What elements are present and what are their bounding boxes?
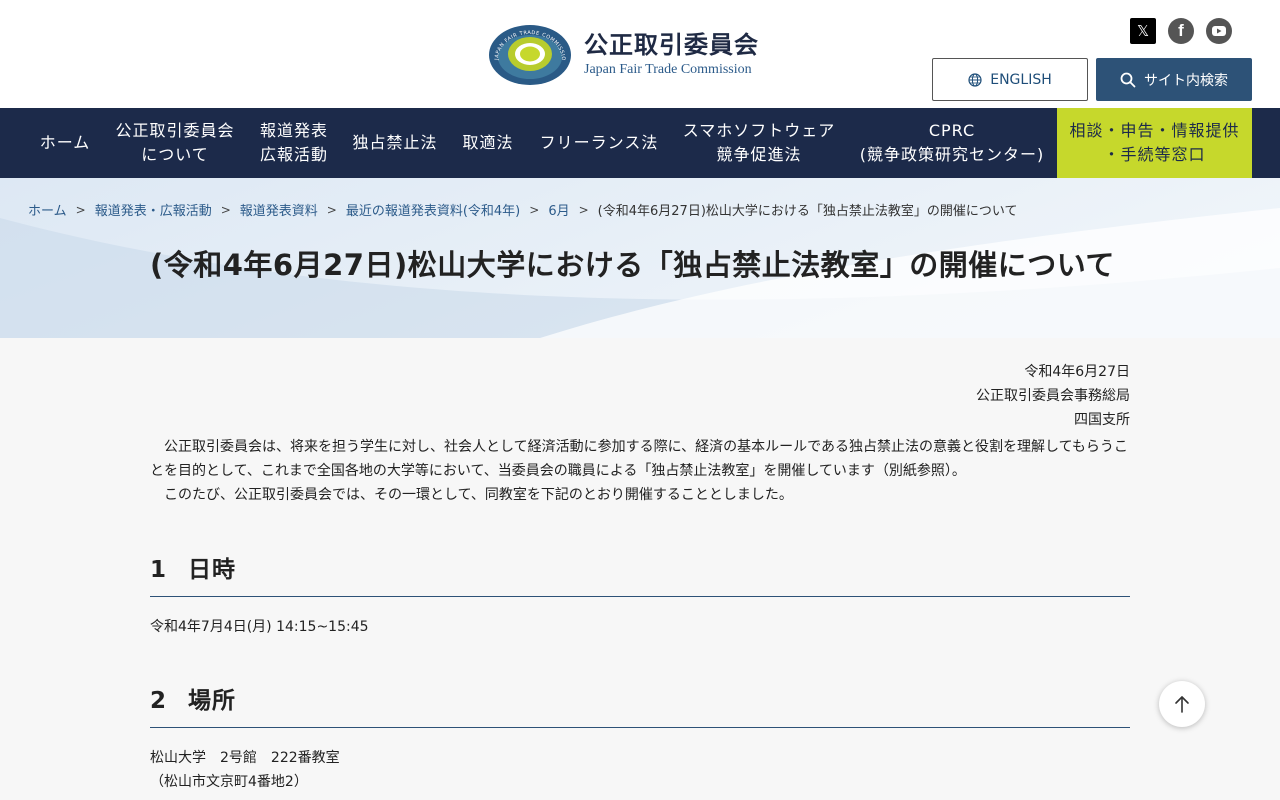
breadcrumb-current: (令和4年6月27日)松山大学における「独占禁止法教室」の開催について xyxy=(597,204,1018,219)
breadcrumb-separator: > xyxy=(326,202,337,217)
site-logo[interactable]: JAPAN FAIR TRADE COMMISSION 公正取引委員会 Japa… xyxy=(488,24,759,86)
nav-item-subcontract[interactable]: 取適法 xyxy=(454,108,522,178)
breadcrumb-separator: > xyxy=(529,202,540,217)
breadcrumb-separator: > xyxy=(578,202,589,217)
jftc-emblem-icon: JAPAN FAIR TRADE COMMISSION xyxy=(488,24,571,85)
breadcrumb-link-june[interactable]: 6月 xyxy=(548,200,569,219)
document-meta: 令和4年6月27日 公正取引委員会事務総局 四国支所 xyxy=(976,360,1130,432)
site-header: JAPAN FAIR TRADE COMMISSION 公正取引委員会 Japa… xyxy=(0,0,1280,108)
nav-item-press[interactable]: 報道発表 広報活動 xyxy=(250,108,338,178)
section-heading-datetime: 1 日時 xyxy=(150,550,1130,597)
search-icon xyxy=(1120,72,1136,87)
nav-item-freelance[interactable]: フリーランス法 xyxy=(532,108,666,178)
nav-item-smartphone[interactable]: スマホソフトウェア 競争促進法 xyxy=(674,108,844,178)
breadcrumb-link-press[interactable]: 報道発表・広報活動 xyxy=(95,200,212,219)
site-subtitle: Japan Fair Trade Commission xyxy=(584,62,752,77)
page-hero: ホーム > 報道発表・広報活動 > 報道発表資料 > 最近の報道発表資料(令和4… xyxy=(0,178,1280,338)
body-paragraph: このたび、公正取引委員会では、その一環として、同教室を下記のとおり開催することと… xyxy=(164,487,793,503)
section-title: 日時 xyxy=(188,557,236,583)
breadcrumb-separator: > xyxy=(220,202,231,217)
facebook-icon[interactable]: f xyxy=(1168,18,1194,44)
youtube-icon[interactable] xyxy=(1206,18,1232,44)
section-body-datetime: 令和4年7月4日(月) 14:15~15:45 xyxy=(150,615,369,639)
nav-item-cprc[interactable]: CPRC (競争政策研究センター) xyxy=(852,108,1052,178)
branch: 四国支所 xyxy=(1074,412,1130,428)
arrow-up-icon xyxy=(1175,696,1189,713)
nav-item-home[interactable]: ホーム xyxy=(28,108,102,178)
english-button[interactable]: ENGLISH xyxy=(932,58,1088,101)
global-nav: ホーム 公正取引委員会 について 報道発表 広報活動 独占禁止法 取適法 フリー… xyxy=(0,108,1280,178)
search-label: サイト内検索 xyxy=(1144,72,1228,89)
x-icon[interactable]: 𝕏 xyxy=(1130,18,1156,44)
breadcrumb-link-home[interactable]: ホーム xyxy=(28,200,67,219)
venue-name: 松山大学 2号館 222番教室 xyxy=(150,750,340,766)
body-text: 公正取引委員会は、将来を担う学生に対し、社会人として経済活動に参加する際に、経済… xyxy=(150,435,1130,507)
globe-icon xyxy=(968,72,982,87)
publish-date: 令和4年6月27日 xyxy=(1024,364,1130,380)
site-search-button[interactable]: サイト内検索 xyxy=(1096,58,1252,101)
page-title: (令和4年6月27日)松山大学における「独占禁止法教室」の開催について xyxy=(150,248,1115,282)
breadcrumb-link-releases[interactable]: 報道発表資料 xyxy=(240,200,318,219)
social-links: 𝕏 f xyxy=(1130,18,1232,44)
issuer: 公正取引委員会事務総局 xyxy=(976,388,1130,404)
site-title: 公正取引委員会 xyxy=(584,31,759,59)
body-paragraph: 公正取引委員会は、将来を担う学生に対し、社会人として経済活動に参加する際に、経済… xyxy=(150,439,1128,479)
breadcrumb-link-recent[interactable]: 最近の報道発表資料(令和4年) xyxy=(346,200,520,219)
nav-item-antimonopoly[interactable]: 独占禁止法 xyxy=(346,108,444,178)
event-datetime: 令和4年7月4日(月) 14:15~15:45 xyxy=(150,619,369,635)
section-body-venue: 松山大学 2号館 222番教室 （松山市文京町4番地2） xyxy=(150,746,340,794)
venue-address: （松山市文京町4番地2） xyxy=(150,774,308,790)
section-number: 2 xyxy=(150,688,168,714)
section-number: 1 xyxy=(150,557,168,583)
nav-item-consultation[interactable]: 相談・申告・情報提供 ・手続等窓口 xyxy=(1057,108,1252,178)
back-to-top-button[interactable] xyxy=(1159,681,1205,727)
breadcrumb: ホーム > 報道発表・広報活動 > 報道発表資料 > 最近の報道発表資料(令和4… xyxy=(28,200,1018,220)
nav-item-about[interactable]: 公正取引委員会 について xyxy=(108,108,242,178)
section-heading-venue: 2 場所 xyxy=(150,681,1130,728)
section-title: 場所 xyxy=(188,688,236,714)
breadcrumb-separator: > xyxy=(75,202,86,217)
english-label: ENGLISH xyxy=(990,71,1052,88)
